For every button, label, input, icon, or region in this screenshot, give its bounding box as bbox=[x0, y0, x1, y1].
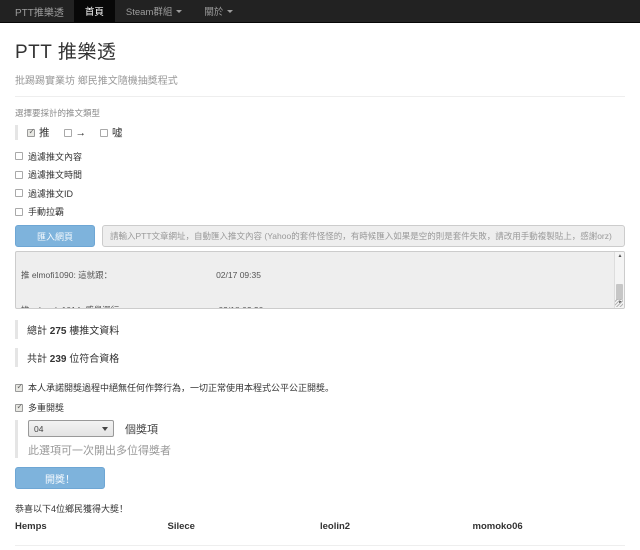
push-option-label: 推 bbox=[39, 125, 50, 140]
qualified-count: 239 bbox=[50, 354, 67, 365]
manual-slot-checkbox[interactable] bbox=[15, 208, 23, 216]
total-count: 275 bbox=[50, 326, 67, 337]
select-caret-icon bbox=[102, 427, 108, 431]
winner-name: Silece bbox=[168, 521, 321, 532]
multi-draw-checkbox[interactable] bbox=[15, 404, 23, 412]
navbar: PTT推樂透 首頁 Steam群組 關於 bbox=[0, 0, 640, 23]
filter-content-label: 過濾推文內容 bbox=[28, 150, 82, 163]
push-line: 推 sdangle1014: 感覺還行 02/18 02:30 bbox=[21, 305, 609, 309]
winner-name: leolin2 bbox=[320, 521, 473, 532]
brand-link[interactable]: PTT推樂透 bbox=[5, 0, 74, 22]
pledge-row[interactable]: 本人承諾開獎過程中絕無任何作弊行為，一切正常使用本程式公平公正開獎。 bbox=[15, 381, 625, 394]
draw-button[interactable]: 開獎！ bbox=[15, 467, 105, 489]
pledge-checkbox[interactable] bbox=[15, 384, 23, 392]
nav-steam-label: Steam群組 bbox=[126, 4, 172, 18]
page-header: PTT 推樂透 批踢踢實業坊 鄉民推文隨機抽獎程式 bbox=[15, 41, 625, 97]
push-type-options: 推 → 噓 bbox=[15, 125, 625, 140]
winner-name: Hemps bbox=[15, 521, 168, 532]
footer: Created and maintained by Howar31 @ 2014… bbox=[15, 545, 625, 550]
import-row: 匯入網頁 bbox=[15, 225, 625, 247]
total-pushes-stat: 總計 275 樓推文資料 bbox=[15, 320, 625, 339]
push-type-option-boo[interactable]: 噓 bbox=[100, 125, 123, 140]
total-prefix: 總計 bbox=[27, 326, 50, 337]
filter-time-label: 過濾推文時間 bbox=[28, 168, 82, 181]
qualified-prefix: 共計 bbox=[27, 354, 50, 365]
multi-draw-options: 04 個獎項 此選項可一次開出多位得獎者 bbox=[15, 420, 625, 458]
filter-time-checkbox[interactable] bbox=[15, 171, 23, 179]
filter-content[interactable]: 過濾推文內容 bbox=[15, 151, 625, 161]
push-content-textarea[interactable]: 推 elmofi1090: 這就跟： 02/17 09:35 推 sdangle… bbox=[15, 251, 625, 309]
page-subtitle: 批踢踢實業坊 鄉民推文隨機抽獎程式 bbox=[15, 72, 625, 87]
push-type-option-push[interactable]: 推 bbox=[27, 125, 50, 140]
push-checkbox[interactable] bbox=[27, 129, 35, 137]
nav-item-home[interactable]: 首頁 bbox=[74, 0, 115, 22]
winner-list: Hemps Silece leolin2 momoko06 bbox=[15, 521, 625, 532]
import-url-button[interactable]: 匯入網頁 bbox=[15, 225, 95, 247]
page-title: PTT 推樂透 bbox=[15, 41, 625, 65]
push-content-lines: 推 elmofi1090: 這就跟： 02/17 09:35 推 sdangle… bbox=[21, 251, 609, 309]
pledge-label: 本人承諾開獎過程中絕無任何作弊行為，一切正常使用本程式公平公正開獎。 bbox=[28, 381, 334, 394]
boo-option-label: 噓 bbox=[112, 125, 123, 140]
qualified-stat: 共計 239 位符合資格 bbox=[15, 348, 625, 367]
caret-down-icon bbox=[227, 10, 233, 13]
prize-unit-label: 個獎項 bbox=[125, 421, 158, 437]
filter-content-checkbox[interactable] bbox=[15, 152, 23, 160]
scroll-up-icon[interactable]: ▲ bbox=[615, 252, 625, 261]
push-line: 推 elmofi1090: 這就跟： 02/17 09:35 bbox=[21, 270, 609, 282]
qualified-suffix: 位符合資格 bbox=[66, 354, 119, 365]
winner-name: momoko06 bbox=[473, 521, 626, 532]
filter-id-label: 過濾推文ID bbox=[28, 187, 73, 200]
filter-list: 過濾推文內容 過濾推文時間 過濾推文ID 手動拉霸 bbox=[15, 151, 625, 217]
total-suffix: 樓推文資料 bbox=[66, 326, 119, 337]
result-message: 恭喜以下4位鄉民獲得大獎！ bbox=[15, 502, 625, 515]
caret-down-icon bbox=[176, 10, 182, 13]
nav-item-about[interactable]: 關於 bbox=[193, 0, 244, 22]
multi-draw-row[interactable]: 多重開獎 bbox=[15, 401, 625, 414]
filter-id[interactable]: 過濾推文ID bbox=[15, 188, 625, 198]
prize-count-select[interactable]: 04 bbox=[28, 420, 114, 437]
resize-grip-icon[interactable] bbox=[615, 299, 623, 307]
manual-slot[interactable]: 手動拉霸 bbox=[15, 207, 625, 217]
prize-count-value: 04 bbox=[34, 424, 43, 434]
article-url-input[interactable] bbox=[102, 225, 625, 247]
multi-draw-hint: 此選項可一次開出多位得獎者 bbox=[28, 442, 625, 458]
scrollbar-thumb[interactable] bbox=[616, 284, 623, 300]
boo-checkbox[interactable] bbox=[100, 129, 108, 137]
main-container: PTT 推樂透 批踢踢實業坊 鄉民推文隨機抽獎程式 選擇要採計的推文類型 推 →… bbox=[0, 41, 640, 550]
nav-about-label: 關於 bbox=[204, 4, 223, 18]
arrow-checkbox[interactable] bbox=[64, 129, 72, 137]
filter-time[interactable]: 過濾推文時間 bbox=[15, 170, 625, 180]
push-type-section-label: 選擇要採計的推文類型 bbox=[15, 107, 625, 119]
filter-id-checkbox[interactable] bbox=[15, 189, 23, 197]
nav-item-steam-group[interactable]: Steam群組 bbox=[115, 0, 193, 22]
push-type-option-arrow[interactable]: → bbox=[64, 127, 87, 139]
multi-draw-label: 多重開獎 bbox=[28, 401, 64, 414]
arrow-option-label: → bbox=[76, 127, 87, 139]
manual-slot-label: 手動拉霸 bbox=[28, 205, 64, 218]
nav-home-label: 首頁 bbox=[85, 4, 104, 18]
